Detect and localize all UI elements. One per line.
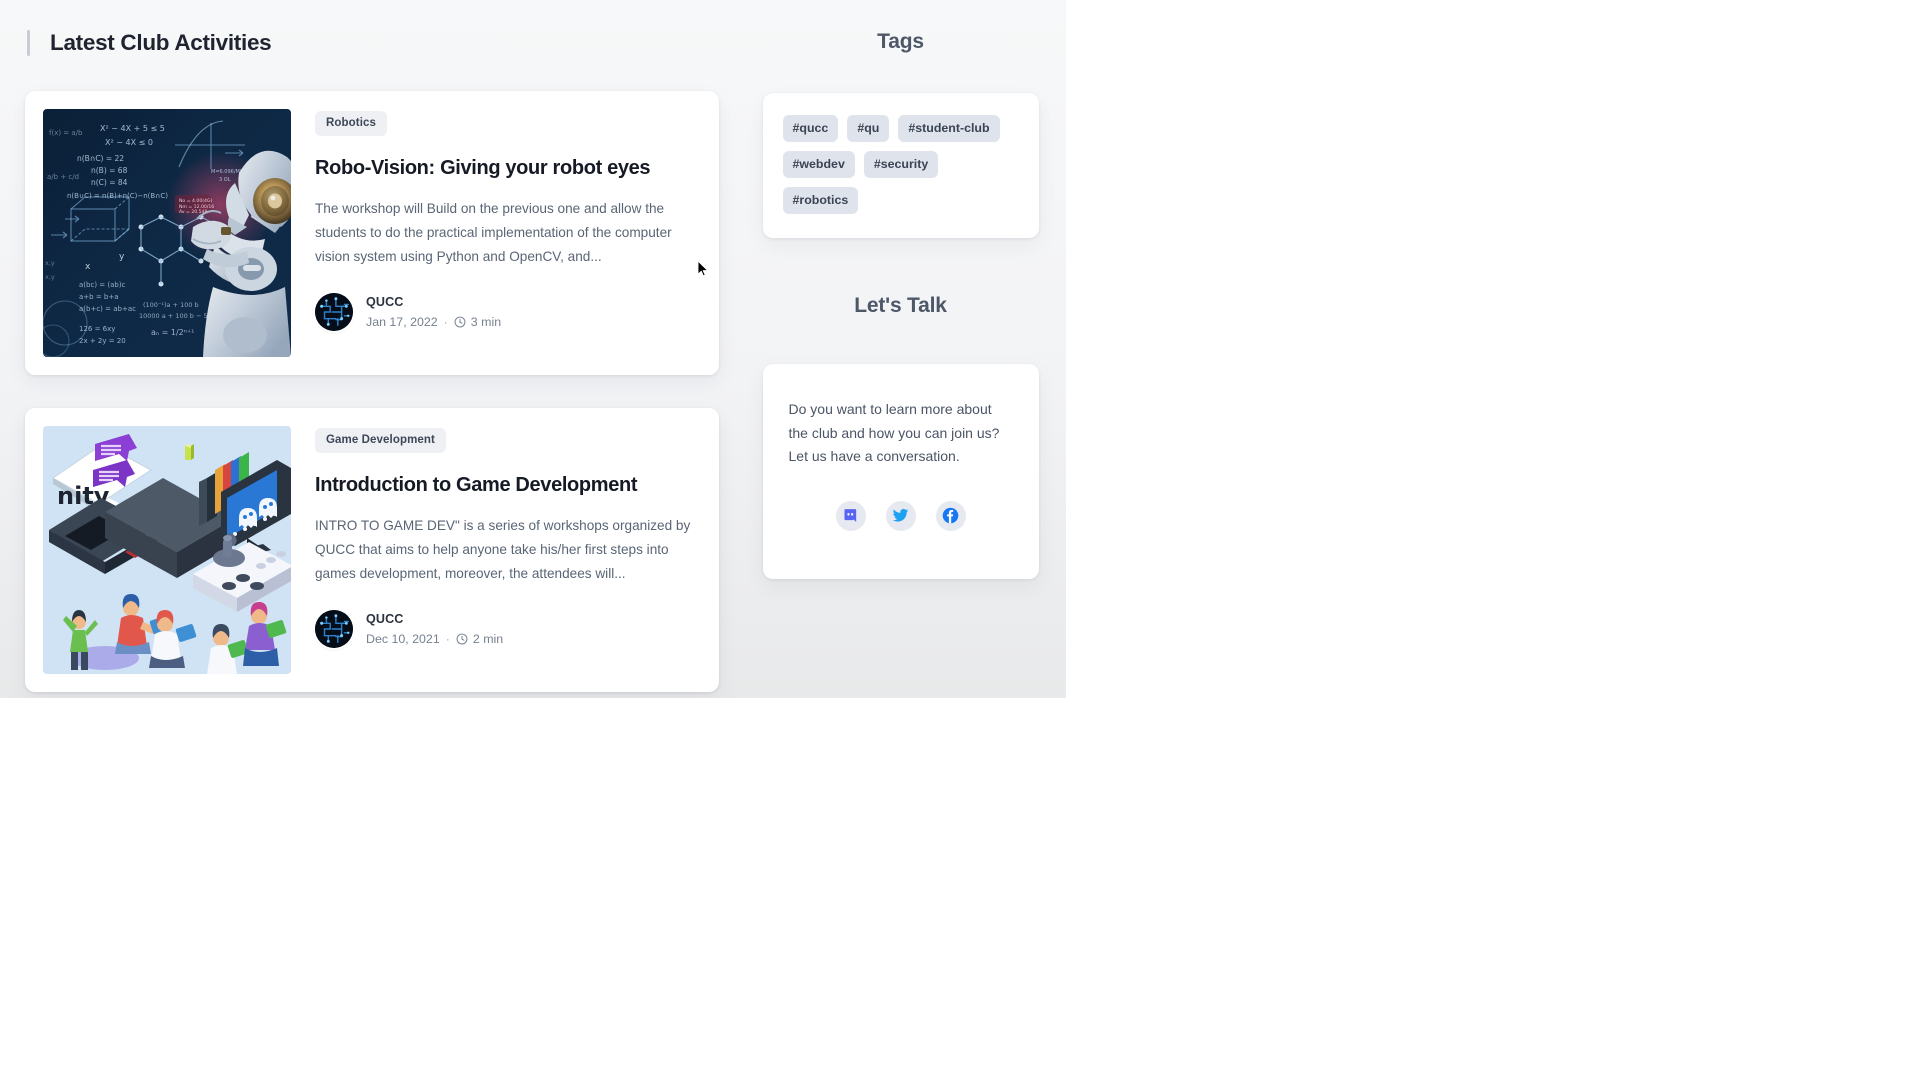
tag-chip-student-club[interactable]: #student-club [898, 115, 1000, 142]
article-meta: QUCC Jan 17, 2022 · 3 min [315, 293, 701, 331]
article-date: Jan 17, 2022 [366, 314, 438, 329]
qucc-circuit-logo [315, 610, 353, 648]
lets-talk-text: Do you want to learn more about the club… [788, 401, 1000, 465]
discord-icon[interactable] [835, 500, 866, 531]
clock-icon [454, 316, 466, 328]
tags-card: #qucc #qu #student-club #webdev #securit… [762, 93, 1039, 238]
article-author[interactable]: QUCC [366, 294, 501, 311]
social-links-row [789, 500, 1013, 531]
robot-thinking-equations-image[interactable]: X² − 4X + 5 ≤ 5 X² − 4X ≤ 0 n(B∩C) = 22 … [43, 109, 291, 357]
sidebar-column: Tags #qucc #qu #student-club #webdev #se… [735, 0, 1066, 698]
tag-chip-webdev[interactable]: #webdev [782, 151, 855, 178]
article-category-badge[interactable]: Robotics [315, 111, 387, 136]
tag-chip-qucc[interactable]: #qucc [782, 115, 839, 142]
title-accent-bar [27, 30, 30, 56]
tag-chip-robotics[interactable]: #robotics [782, 187, 859, 214]
article-author[interactable]: QUCC [366, 611, 503, 628]
meta-separator: · [443, 314, 448, 329]
lets-talk-card: Do you want to learn more about the club… [762, 364, 1039, 579]
article-title[interactable]: Introduction to Game Development [315, 473, 701, 498]
article-category-badge[interactable]: Game Development [315, 428, 446, 453]
article-read-time: 3 min [470, 314, 502, 329]
main-content-column: Latest Club Activities X² − 4X + 5 ≤ 5 X… [0, 0, 735, 698]
twitter-icon[interactable] [885, 500, 916, 531]
article-description: The workshop will Build on the previous … [315, 201, 672, 265]
article-read-time: 2 min [472, 631, 504, 646]
article-date: Dec 10, 2021 [366, 631, 440, 646]
article-date-readtime: Dec 10, 2021 · 2 min [366, 631, 503, 648]
browser-page-viewport: Latest Club Activities X² − 4X + 5 ≤ 5 X… [0, 0, 1066, 698]
article-body: Game Development Introduction to Game De… [315, 426, 701, 674]
article-body: Robotics Robo-Vision: Giving your robot … [315, 109, 701, 357]
lets-talk-heading: Let's Talk [854, 294, 947, 317]
tag-chip-qu[interactable]: #qu [847, 115, 890, 142]
qucc-circuit-logo [315, 293, 353, 331]
article-meta: QUCC Dec 10, 2021 · 2 min [315, 610, 701, 648]
article-description: INTRO TO GAME DEV" is a series of worksh… [315, 518, 691, 582]
clock-icon [456, 633, 468, 645]
meta-separator: · [445, 631, 450, 646]
page-title: Latest Club Activities [50, 30, 272, 55]
tag-chip-security[interactable]: #security [863, 151, 939, 178]
article-card[interactable]: X² − 4X + 5 ≤ 5 X² − 4X ≤ 0 n(B∩C) = 22 … [25, 91, 719, 375]
section-header: Latest Club Activities [25, 30, 707, 56]
isometric-gaming-illustration[interactable]: nity [43, 426, 291, 674]
article-card[interactable]: nity Game Development Introduction to Ga… [25, 408, 719, 692]
article-title[interactable]: Robo-Vision: Giving your robot eyes [315, 156, 701, 181]
tags-heading: Tags [877, 30, 924, 53]
article-date-readtime: Jan 17, 2022 · 3 min [366, 314, 501, 331]
facebook-icon[interactable] [935, 500, 966, 531]
tag-cloud: #qucc #qu #student-club #webdev #securit… [782, 115, 1019, 214]
